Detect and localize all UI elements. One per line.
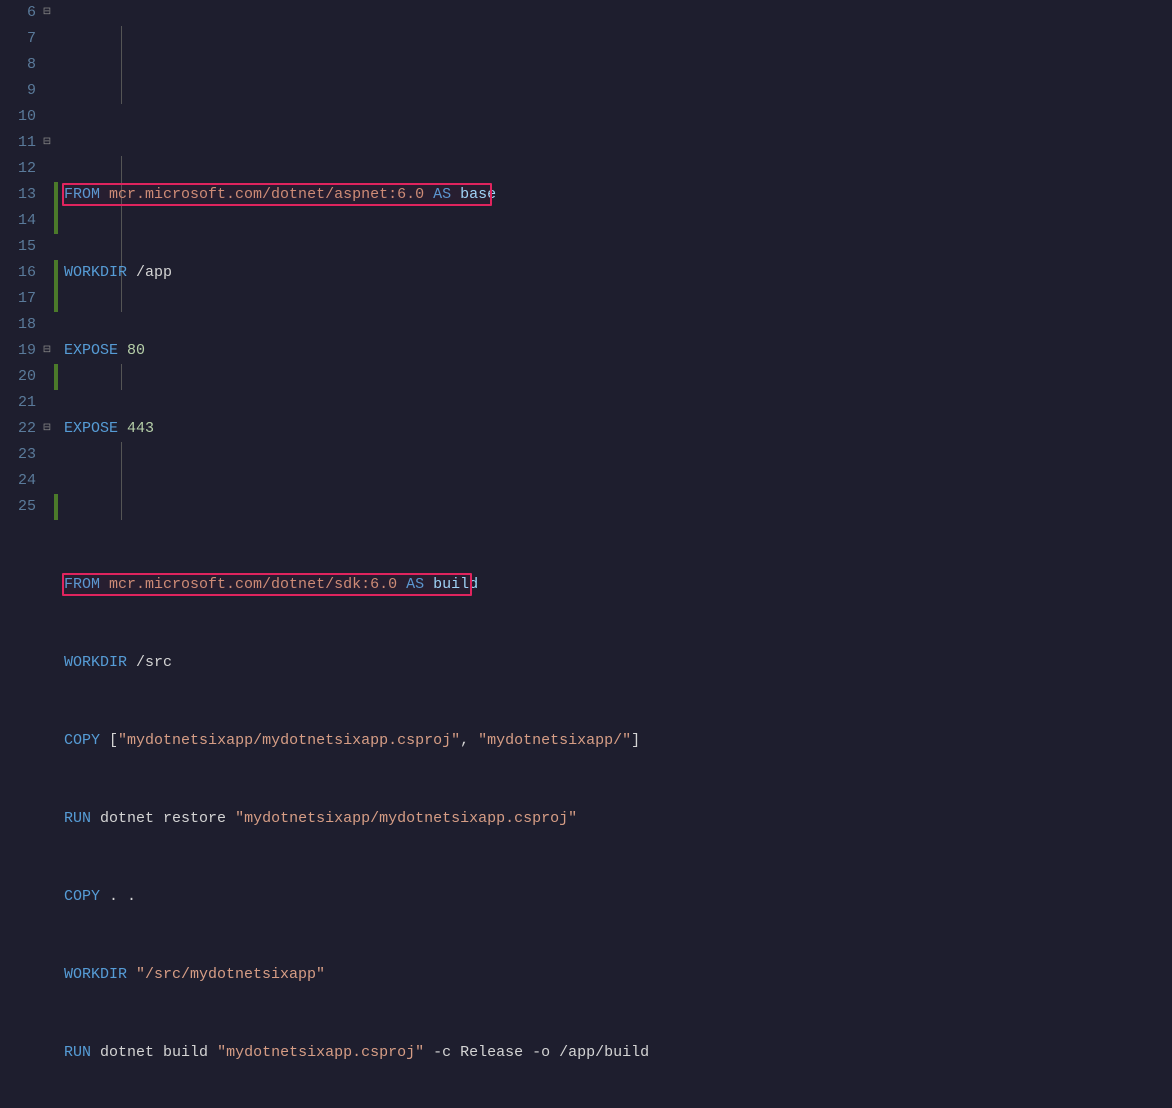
line-number: 15 [0,234,36,260]
line-number: 16 [0,260,36,286]
indent-guide [121,364,122,390]
line-number: 7 [0,26,36,52]
fold-toggle[interactable]: ⊟ [40,338,54,364]
code-line[interactable] [64,494,1172,520]
line-number-gutter: 6 7 8 9 10 11 12 13 14 15 16 17 18 19 20… [0,0,40,554]
code-line[interactable]: EXPOSE 80 [64,338,1172,364]
line-number: 11 [0,130,36,156]
line-number: 20 [0,364,36,390]
line-number: 25 [0,494,36,520]
line-number: 21 [0,390,36,416]
indent-guide [121,26,122,104]
line-number: 9 [0,78,36,104]
fold-toggle[interactable]: ⊟ [40,416,54,442]
fold-gutter: ⊟ ⊟ ⊟ ⊟ [40,0,54,554]
code-line[interactable]: EXPOSE 443 [64,416,1172,442]
line-number: 6 [0,0,36,26]
code-line[interactable]: RUN dotnet restore "mydotnetsixapp/mydot… [64,806,1172,832]
code-line[interactable]: WORKDIR "/src/mydotnetsixapp" [64,962,1172,988]
code-area[interactable]: FROM mcr.microsoft.com/dotnet/aspnet:6.0… [58,0,1172,554]
fold-toggle[interactable]: ⊟ [40,130,54,156]
line-number: 19 [0,338,36,364]
code-line[interactable]: WORKDIR /app [64,260,1172,286]
line-number: 13 [0,182,36,208]
code-line[interactable]: RUN dotnet build "mydotnetsixapp.csproj"… [64,1040,1172,1066]
indent-guide [121,156,122,312]
line-number: 12 [0,156,36,182]
line-number: 22 [0,416,36,442]
code-line[interactable]: WORKDIR /src [64,650,1172,676]
line-number: 24 [0,468,36,494]
code-line[interactable]: COPY ["mydotnetsixapp/mydotnetsixapp.csp… [64,728,1172,754]
line-number: 8 [0,52,36,78]
line-number: 10 [0,104,36,130]
code-line[interactable]: COPY . . [64,884,1172,910]
line-number: 17 [0,286,36,312]
line-number: 14 [0,208,36,234]
code-line[interactable]: FROM mcr.microsoft.com/dotnet/aspnet:6.0… [64,182,1172,208]
fold-toggle[interactable]: ⊟ [40,0,54,26]
line-number: 18 [0,312,36,338]
code-line[interactable]: FROM mcr.microsoft.com/dotnet/sdk:6.0 AS… [64,572,1172,598]
line-number: 23 [0,442,36,468]
code-editor[interactable]: 6 7 8 9 10 11 12 13 14 15 16 17 18 19 20… [0,0,1172,554]
